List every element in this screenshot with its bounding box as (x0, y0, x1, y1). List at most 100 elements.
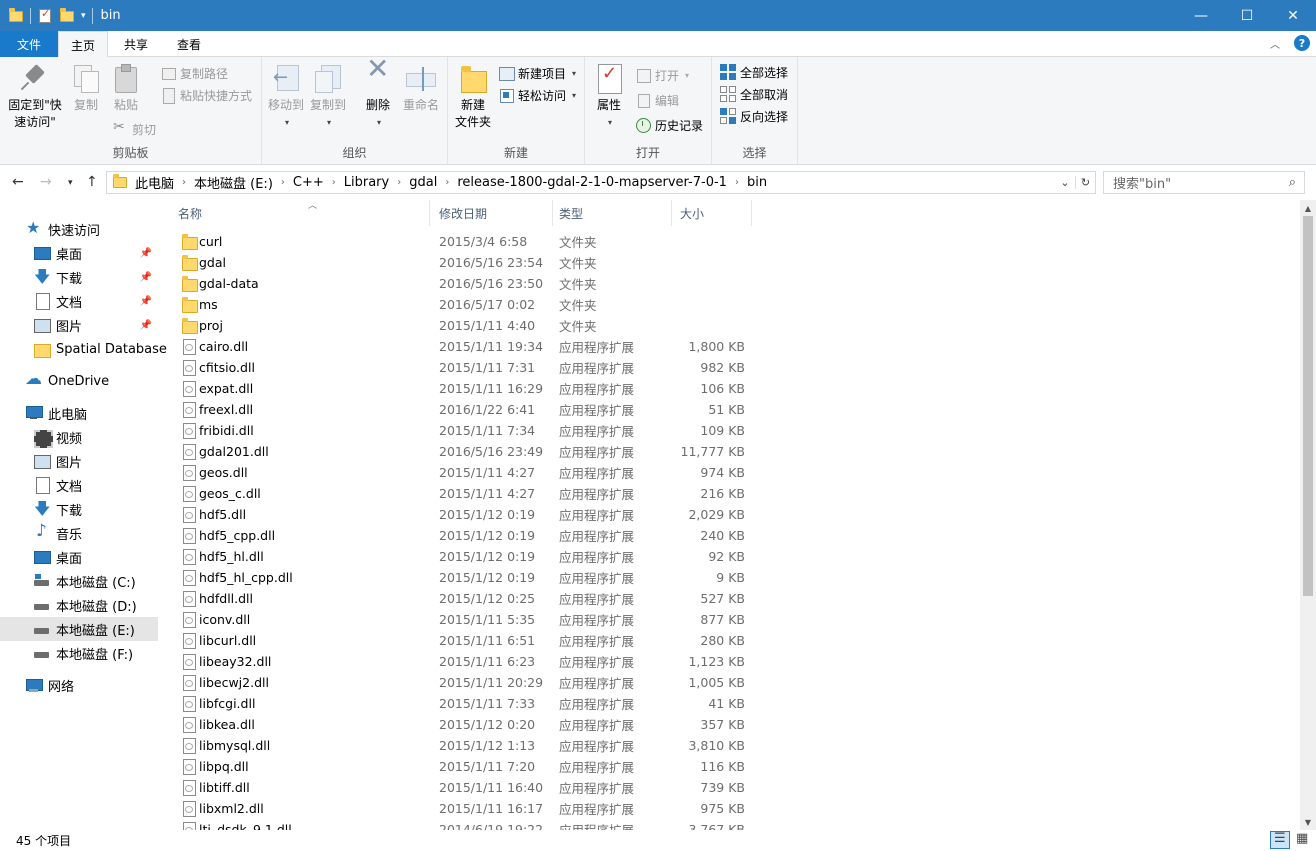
new-folder-button[interactable]: 新建 文件夹 (452, 63, 494, 131)
tab-share[interactable]: 共享 (112, 31, 160, 57)
new-item-button[interactable]: 新建项目 ▾ (498, 63, 576, 83)
breadcrumb-chevron-icon[interactable]: › (281, 177, 285, 188)
refresh-icon[interactable]: ↻ (1075, 176, 1095, 189)
move-to-button[interactable]: 移动到 ▾ (266, 63, 306, 131)
breadcrumb-chevron-icon[interactable]: › (332, 177, 336, 188)
nav-pc-desktop[interactable]: 桌面 (0, 545, 158, 569)
file-row[interactable]: iconv.dll 2015/1/11 5:35 应用程序扩展 877 KB (160, 609, 760, 630)
delete-button[interactable]: 删除 ▾ (360, 60, 396, 131)
file-row[interactable]: geos_c.dll 2015/1/11 4:27 应用程序扩展 216 KB (160, 483, 760, 504)
nav-pc-pictures[interactable]: 图片 (0, 449, 158, 473)
file-row[interactable]: libxml2.dll 2015/1/11 16:17 应用程序扩展 975 KB (160, 798, 760, 819)
breadcrumb-bin[interactable]: bin (747, 175, 767, 190)
breadcrumb-chevron-icon[interactable]: › (182, 177, 186, 188)
file-row[interactable]: hdf5_hl_cpp.dll 2015/1/12 0:19 应用程序扩展 9 KB (160, 567, 760, 588)
forward-arrow-icon[interactable]: → (40, 174, 52, 190)
file-row[interactable]: proj 2015/1/11 4:40 文件夹 (160, 315, 760, 336)
file-row[interactable]: hdf5_cpp.dll 2015/1/12 0:19 应用程序扩展 240 KB (160, 525, 760, 546)
breadcrumb-chevron-icon[interactable]: › (445, 177, 449, 188)
select-none-button[interactable]: 全部取消 (720, 84, 788, 104)
breadcrumb-release[interactable]: release-1800-gdal-2-1-0-mapserver-7-0-1 › (457, 175, 747, 190)
paste-shortcut-button[interactable]: 粘贴快捷方式 (160, 85, 252, 105)
nav-pc-documents[interactable]: 文档 (0, 473, 158, 497)
collapse-ribbon-chevron-icon[interactable]: ︿ (1270, 36, 1280, 51)
breadcrumb-chevron-icon[interactable]: › (397, 177, 401, 188)
help-icon[interactable]: ? (1294, 35, 1310, 51)
minimize-button[interactable]: — (1178, 0, 1224, 31)
nav-quick-spatial-database[interactable]: Spatial Database (0, 337, 167, 361)
column-header-type[interactable]: 类型 (551, 200, 672, 226)
cut-button[interactable]: 剪切 (112, 119, 156, 139)
nav-quick-access[interactable]: 快速访问 (0, 217, 158, 241)
nav-drive-f[interactable]: 本地磁盘 (F:) (0, 641, 158, 665)
large-icons-view-icon[interactable] (1292, 831, 1312, 849)
easy-access-button[interactable]: 轻松访问 ▾ (498, 85, 576, 105)
file-row[interactable]: expat.dll 2015/1/11 16:29 应用程序扩展 106 KB (160, 378, 760, 399)
file-row[interactable]: libeay32.dll 2015/1/11 6:23 应用程序扩展 1,123 KB (160, 651, 760, 672)
select-all-button[interactable]: 全部选择 (720, 62, 788, 82)
search-input[interactable]: 搜索"bin" ⌕ (1103, 171, 1305, 194)
tab-view[interactable]: 查看 (165, 31, 213, 57)
file-row[interactable]: gdal-data 2016/5/16 23:50 文件夹 (160, 273, 760, 294)
file-row[interactable]: libecwj2.dll 2015/1/11 20:29 应用程序扩展 1,005 K… (160, 672, 760, 693)
search-icon[interactable]: ⌕ (1289, 175, 1296, 190)
column-header-name[interactable]: 名称 ︿ (170, 200, 430, 226)
file-row[interactable]: libcurl.dll 2015/1/11 6:51 应用程序扩展 280 KB (160, 630, 760, 651)
address-bar[interactable]: 此电脑 › 本地磁盘 (E:) › C++ › Library › gdal › rele… (106, 171, 1096, 194)
breadcrumb-chevron-icon[interactable]: › (735, 177, 739, 188)
nav-pc-videos[interactable]: 视频 (0, 425, 158, 449)
edit-button[interactable]: 编辑 (635, 90, 679, 110)
pin-icon[interactable]: 📌 (140, 296, 152, 307)
file-row[interactable]: freexl.dll 2016/1/22 6:41 应用程序扩展 51 KB (160, 399, 760, 420)
maximize-button[interactable]: ☐ (1224, 0, 1270, 31)
breadcrumb-library[interactable]: Library › (344, 175, 409, 190)
column-header-date[interactable]: 修改日期 (431, 200, 553, 226)
pin-icon[interactable]: 📌 (140, 320, 152, 331)
pin-to-quick-access-button[interactable]: 固定到"快 速访问" (6, 63, 64, 131)
nav-quick-downloads[interactable]: 下载 📌 (0, 265, 158, 293)
file-row[interactable]: lti_dsdk_9.1.dll 2014/6/19 19:22 应用程序扩展 3,7… (160, 819, 760, 830)
breadcrumb-drive-e[interactable]: 本地磁盘 (E:) › (194, 173, 293, 192)
nav-quick-pictures[interactable]: 图片 📌 (0, 313, 158, 337)
scrollbar-thumb[interactable] (1303, 216, 1313, 596)
file-row[interactable]: ms 2016/5/17 0:02 文件夹 (160, 294, 760, 315)
file-row[interactable]: fribidi.dll 2015/1/11 7:34 应用程序扩展 109 KB (160, 420, 760, 441)
file-row[interactable]: cairo.dll 2015/1/11 19:34 应用程序扩展 1,800 KB (160, 336, 760, 357)
tab-file[interactable]: 文件 (0, 31, 58, 57)
paste-button[interactable]: 粘贴 (108, 63, 144, 114)
file-row[interactable]: curl 2015/3/4 6:58 文件夹 (160, 231, 760, 252)
recent-locations-chevron-icon[interactable]: ▾ (68, 178, 73, 188)
nav-quick-documents[interactable]: 文档 📌 (0, 289, 158, 313)
copy-button[interactable]: 复制 (68, 63, 104, 114)
history-button[interactable]: 历史记录 (635, 115, 703, 135)
scroll-up-arrow-icon[interactable]: ▲ (1300, 200, 1316, 216)
scroll-down-arrow-icon[interactable]: ▼ (1300, 814, 1316, 830)
file-row[interactable]: libkea.dll 2015/1/12 0:20 应用程序扩展 357 KB (160, 714, 760, 735)
nav-this-pc[interactable]: 此电脑 (0, 401, 158, 425)
column-header-size[interactable]: 大小 (672, 200, 752, 226)
nav-pc-downloads[interactable]: 下载 (0, 497, 158, 525)
up-arrow-icon[interactable]: ↑ (86, 174, 98, 190)
tab-home[interactable]: 主页 (58, 31, 108, 58)
copy-to-button[interactable]: 复制到 ▾ (308, 63, 348, 131)
address-history-chevron-icon[interactable]: ⌄ (1055, 176, 1075, 189)
new-folder-quick-icon[interactable] (59, 7, 75, 24)
details-view-icon[interactable] (1270, 831, 1290, 849)
copy-path-button[interactable]: 复制路径 (160, 63, 228, 83)
nav-onedrive[interactable]: OneDrive (0, 369, 158, 393)
pin-icon[interactable]: 📌 (140, 248, 152, 259)
nav-drive-c[interactable]: 本地磁盘 (C:) (0, 569, 158, 593)
file-row[interactable]: libfcgi.dll 2015/1/11 7:33 应用程序扩展 41 KB (160, 693, 760, 714)
properties-button[interactable]: 属性 ▾ (591, 63, 627, 131)
breadcrumb-gdal[interactable]: gdal › (409, 175, 457, 190)
file-row[interactable]: hdf5.dll 2015/1/12 0:19 应用程序扩展 2,029 KB (160, 504, 760, 525)
close-button[interactable]: ✕ (1270, 0, 1316, 31)
vertical-scrollbar[interactable]: ▲ ▼ (1300, 200, 1316, 830)
file-row[interactable]: libtiff.dll 2015/1/11 16:40 应用程序扩展 739 KB (160, 777, 760, 798)
open-button[interactable]: 打开 ▾ (635, 65, 689, 85)
breadcrumb-this-pc[interactable]: 此电脑 › (135, 173, 194, 192)
nav-network[interactable]: 网络 (0, 673, 158, 697)
file-row[interactable]: geos.dll 2015/1/11 4:27 应用程序扩展 974 KB (160, 462, 760, 483)
customize-toolbar-chevron-icon[interactable]: ▾ (81, 11, 86, 21)
file-row[interactable]: gdal201.dll 2016/5/16 23:49 应用程序扩展 11,777 K… (160, 441, 760, 462)
